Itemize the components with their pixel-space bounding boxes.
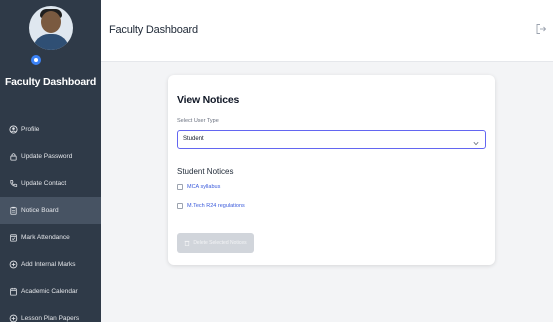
sidebar-item-notice-board[interactable]: Notice Board [0,197,101,224]
sidebar-item-label: Academic Calendar [21,288,78,295]
clipboard-icon [9,206,18,215]
trash-icon [184,240,190,246]
notice-checkbox[interactable] [177,184,183,190]
user-type-value: Student [183,136,204,142]
user-type-label: Select User Type [177,118,219,124]
view-notices-card: View Notices Select User Type Student St… [168,75,495,265]
avatar[interactable] [28,6,73,50]
plus-circle-icon [9,260,18,269]
sidebar-item-add-internal-marks[interactable]: Add Internal Marks [0,251,101,278]
sidebar-menu: Profile Update Password Update Contact N… [0,116,101,322]
profile-section: Faculty Dashboard [0,0,101,102]
sidebar-item-label: Add Internal Marks [21,261,76,268]
user-type-select[interactable]: Student [177,130,486,149]
sidebar: Faculty Dashboard Profile Update Passwor… [0,0,101,322]
sidebar-item-academic-calendar[interactable]: Academic Calendar [0,278,101,305]
card-title: View Notices [177,94,240,106]
section-title: Student Notices [177,167,234,176]
sidebar-item-profile[interactable]: Profile [0,116,101,143]
top-header: Faculty Dashboard [101,0,553,62]
plus-circle-icon [9,314,18,322]
sidebar-item-update-contact[interactable]: Update Contact [0,170,101,197]
sidebar-item-lesson-plan-papers[interactable]: Lesson Plan Papers [0,305,101,322]
sidebar-item-label: Update Password [21,153,73,160]
notice-link[interactable]: MCA syllabus [187,184,220,190]
calendar-check-icon [9,233,18,242]
delete-selected-button[interactable]: Delete Selected Notices [177,233,254,253]
list-item[interactable]: M.Tech R24 regulations [177,201,245,211]
sidebar-item-mark-attendance[interactable]: Mark Attendance [0,224,101,251]
logout-icon[interactable] [535,22,547,34]
sidebar-item-label: Lesson Plan Papers [21,315,80,322]
sidebar-item-label: Update Contact [21,180,67,187]
camera-icon[interactable] [29,53,43,67]
lock-icon [9,152,18,161]
sidebar-brand: Faculty Dashboard [4,76,97,88]
sidebar-item-update-password[interactable]: Update Password [0,143,101,170]
page-title: Faculty Dashboard [109,24,198,36]
phone-icon [9,179,18,188]
delete-button-label: Delete Selected Notices [193,240,247,246]
calendar-icon [9,287,18,296]
list-item[interactable]: MCA syllabus [177,182,220,192]
notice-checkbox[interactable] [177,203,183,209]
notice-link[interactable]: M.Tech R24 regulations [187,203,245,209]
sidebar-item-label: Profile [21,126,40,133]
sidebar-item-label: Mark Attendance [21,234,70,241]
chevron-down-icon [473,137,479,146]
sidebar-item-label: Notice Board [21,207,59,214]
user-circle-icon [9,125,18,134]
